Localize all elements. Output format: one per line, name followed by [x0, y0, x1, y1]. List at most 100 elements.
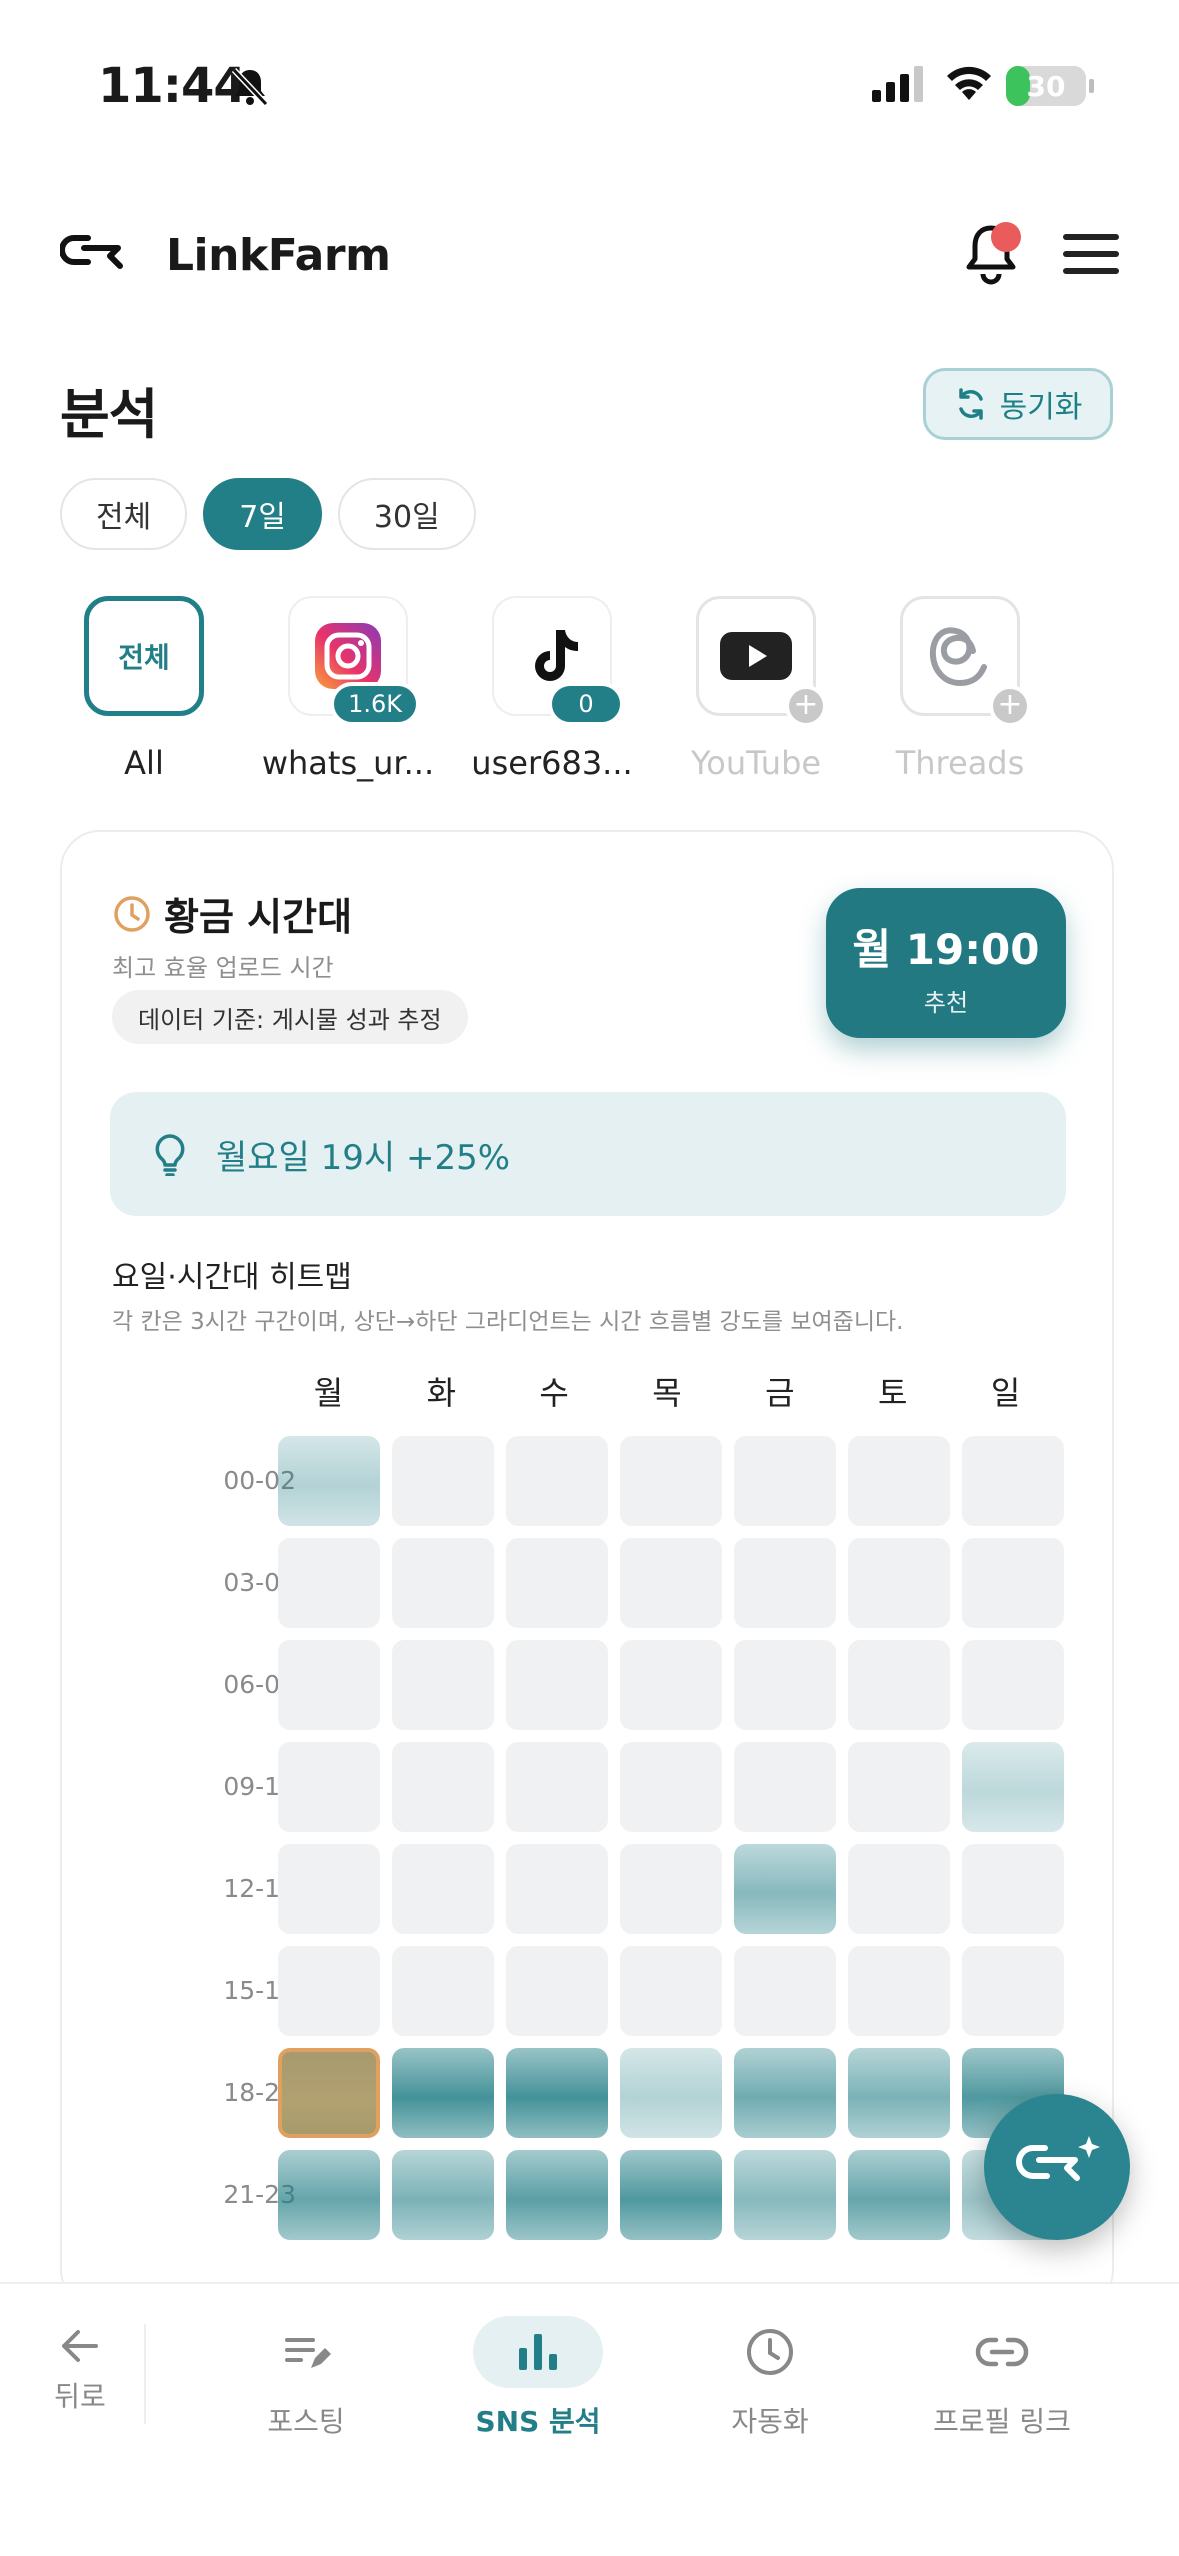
heatmap-cell[interactable] — [734, 1844, 836, 1934]
heatmap-cell[interactable] — [506, 2150, 608, 2240]
ai-assistant-button[interactable] — [984, 2094, 1130, 2240]
hamburger-menu-icon[interactable] — [1063, 234, 1119, 274]
insight-banner: 월요일 19시 +25% — [110, 1092, 1066, 1216]
edit-list-icon — [285, 2338, 331, 2368]
heatmap-cell[interactable] — [506, 1844, 608, 1934]
heatmap-row: 21-23 — [112, 2150, 1072, 2252]
back-button[interactable]: 뒤로 — [40, 2324, 120, 2415]
heatmap-cell[interactable] — [848, 2150, 950, 2240]
heatmap-cell[interactable] — [848, 1436, 950, 1526]
heatmap-day-label: 토 — [878, 1374, 908, 1412]
heatmap-cell[interactable] — [734, 1640, 836, 1730]
heatmap-cell[interactable] — [620, 2150, 722, 2240]
heatmap-row: 12-14 — [112, 1844, 1072, 1946]
silent-mode-icon — [228, 64, 272, 112]
clock-icon — [114, 895, 150, 932]
account-badge: 0 — [548, 682, 624, 726]
heatmap-row: 06-08 — [112, 1640, 1072, 1742]
heatmap-cell[interactable] — [848, 1844, 950, 1934]
heatmap-cell[interactable] — [392, 1742, 494, 1832]
heatmap-cell[interactable] — [734, 1436, 836, 1526]
add-account-icon[interactable]: + — [785, 685, 827, 727]
heatmap-cell[interactable] — [620, 1844, 722, 1934]
add-account-icon[interactable]: + — [989, 685, 1031, 727]
heatmap-cell[interactable] — [278, 1742, 380, 1832]
battery-nub — [1089, 79, 1094, 93]
nav-posting[interactable]: 포스팅 — [206, 2316, 406, 2440]
linkfarm-sparkle-icon — [1016, 2136, 1100, 2181]
heatmap-cell[interactable] — [734, 2150, 836, 2240]
heatmap-cell[interactable] — [392, 2150, 494, 2240]
heatmap-cell[interactable] — [278, 1436, 380, 1526]
heatmap-cell[interactable] — [734, 2048, 836, 2138]
heatmap-cell[interactable] — [962, 1844, 1064, 1934]
heatmap-cell[interactable] — [734, 1946, 836, 2036]
heatmap-cell[interactable] — [278, 2048, 380, 2138]
notification-bell-icon[interactable] — [963, 220, 1021, 290]
heatmap-cell[interactable] — [620, 1742, 722, 1832]
account-instagram[interactable]: 1.6K whats_ur... — [248, 596, 448, 782]
account-all[interactable]: 전체 All — [44, 596, 244, 782]
heatmap-cell[interactable] — [848, 1538, 950, 1628]
brand-name: LinkFarm — [166, 230, 391, 281]
heatmap-cell[interactable] — [620, 1436, 722, 1526]
heatmap-cell[interactable] — [734, 1742, 836, 1832]
heatmap-cell[interactable] — [392, 1436, 494, 1526]
nav-automation[interactable]: 자동화 — [670, 2316, 870, 2440]
heatmap-cell[interactable] — [278, 1946, 380, 2036]
heatmap-cell[interactable] — [392, 1538, 494, 1628]
account-tiktok[interactable]: 0 user683... — [452, 596, 652, 782]
heatmap-cell[interactable] — [506, 1538, 608, 1628]
heatmap-cell[interactable] — [506, 1742, 608, 1832]
account-youtube[interactable]: + YouTube — [656, 596, 856, 782]
heatmap-cell[interactable] — [848, 2048, 950, 2138]
account-name: Threads — [895, 744, 1025, 782]
golden-time-heading: 황금 시간대 — [112, 886, 352, 941]
heatmap-cell[interactable] — [506, 1436, 608, 1526]
heatmap-cell[interactable] — [962, 1946, 1064, 2036]
heatmap-grid: 00-02 03-05 06-08 09-11 12-14 15-17 18-20 21-23 — [112, 1436, 1072, 2252]
heatmap-cell[interactable] — [506, 1640, 608, 1730]
heatmap-cell[interactable] — [962, 1742, 1064, 1832]
heatmap-cell[interactable] — [734, 1538, 836, 1628]
nav-profile-link[interactable]: 프로필 링크 — [902, 2316, 1102, 2440]
heatmap-cell[interactable] — [962, 1640, 1064, 1730]
nav-sns-analysis[interactable]: SNS 분석 — [438, 2316, 638, 2440]
nav-divider — [144, 2324, 146, 2424]
range-tab-7d[interactable]: 7일 — [203, 478, 322, 550]
battery-percent: 30 — [1026, 70, 1066, 103]
sync-button[interactable]: 동기화 — [923, 368, 1113, 440]
account-all-box: 전체 — [84, 596, 204, 716]
heatmap-cell[interactable] — [506, 1946, 608, 2036]
nav-label: 프로필 링크 — [933, 2405, 1071, 2438]
heatmap-cell[interactable] — [392, 1844, 494, 1934]
heatmap-cell[interactable] — [848, 1946, 950, 2036]
linkfarm-logo-icon — [59, 232, 134, 282]
golden-time-subtitle: 최고 효율 업로드 시간 — [112, 954, 334, 982]
heatmap-cell[interactable] — [620, 1538, 722, 1628]
heatmap-cell[interactable] — [392, 1946, 494, 2036]
insight-text: 월요일 19시 +25% — [216, 1137, 511, 1178]
account-threads[interactable]: + Threads — [860, 596, 1060, 782]
heatmap-day-label: 수 — [539, 1374, 569, 1412]
heatmap-cell[interactable] — [278, 1538, 380, 1628]
heatmap-cell[interactable] — [278, 1640, 380, 1730]
heatmap-cell[interactable] — [620, 1946, 722, 2036]
heatmap-cell[interactable] — [278, 1844, 380, 1934]
bottom-navigation: 뒤로 포스팅 SNS 분석 자동화 프로필 링크 — [0, 2282, 1179, 2556]
heatmap-cell[interactable] — [392, 2048, 494, 2138]
heatmap-cell[interactable] — [392, 1640, 494, 1730]
heatmap-cell[interactable] — [278, 2150, 380, 2240]
heatmap-cell[interactable] — [620, 2048, 722, 2138]
heatmap-cell[interactable] — [962, 1538, 1064, 1628]
sync-label: 동기화 — [999, 390, 1083, 425]
range-tab-30d[interactable]: 30일 — [337, 478, 476, 550]
heatmap-cell[interactable] — [848, 1742, 950, 1832]
heatmap-cell[interactable] — [620, 1640, 722, 1730]
heatmap-cell[interactable] — [848, 1640, 950, 1730]
heatmap-cell[interactable] — [506, 2048, 608, 2138]
heatmap-slot-label: 06-08 — [223, 1670, 296, 1699]
heatmap-row: 18-20 — [112, 2048, 1072, 2150]
heatmap-cell[interactable] — [962, 1436, 1064, 1526]
range-tab-all[interactable]: 전체 — [60, 478, 188, 550]
